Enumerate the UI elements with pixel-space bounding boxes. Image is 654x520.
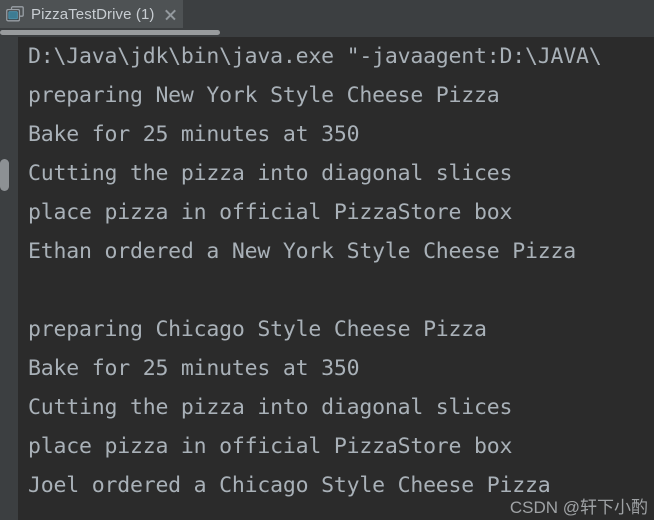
console-window-icon [6,6,24,22]
console-line: preparing Chicago Style Cheese Pizza [28,317,487,342]
close-icon[interactable] [164,8,177,21]
console-line-list: D:\Java\jdk\bin\java.exe "-javaagent:D:\… [28,37,602,505]
console-line: D:\Java\jdk\bin\java.exe "-javaagent:D:\… [28,44,602,69]
console-line: preparing New York Style Cheese Pizza [28,83,500,108]
console-line: Cutting the pizza into diagonal slices [28,395,513,420]
console-line: Cutting the pizza into diagonal slices [28,161,513,186]
tab-label: PizzaTestDrive (1) [31,5,155,23]
console-line: place pizza in official PizzaStore box [28,434,513,459]
vertical-scrollbar-thumb[interactable] [0,159,9,191]
horizontal-scrollbar-thumb[interactable] [0,30,220,35]
ide-run-window: PizzaTestDrive (1) D:\Java\jdk\bin\java.… [0,0,654,520]
console-line: Joel ordered a Chicago Style Cheese Pizz… [28,473,551,498]
tab-bar: PizzaTestDrive (1) [0,0,654,28]
console-line: Ethan ordered a New York Style Cheese Pi… [28,239,576,264]
console-line: Bake for 25 minutes at 350 [28,122,360,147]
console-line: Bake for 25 minutes at 350 [28,356,360,381]
horizontal-scrollbar[interactable] [0,28,654,37]
console-line: place pizza in official PizzaStore box [28,200,513,225]
run-console-output[interactable]: D:\Java\jdk\bin\java.exe "-javaagent:D:\… [18,37,654,520]
console-gutter [0,37,18,520]
tab-pizzatestdrive[interactable]: PizzaTestDrive (1) [0,0,183,28]
